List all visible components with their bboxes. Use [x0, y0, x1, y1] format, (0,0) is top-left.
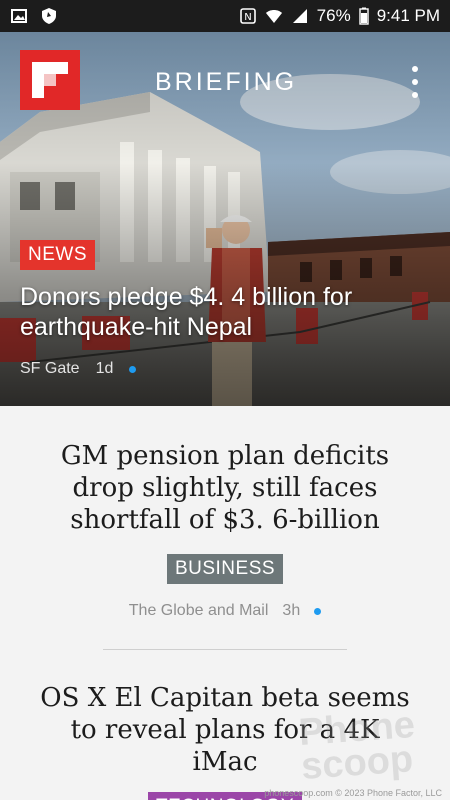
watermark-text: phonescoop.com © 2023 Phone Factor, LLC [264, 788, 442, 798]
hero-meta: SF Gate 1d [20, 360, 137, 378]
gallery-icon [11, 9, 27, 23]
screen: N 76% 9:41 PM BRIEFING NEWS Donors pledg… [0, 0, 450, 800]
story-meta: The Globe and Mail 3h [0, 602, 450, 620]
hero-age: 1d [95, 360, 114, 377]
unread-dot [314, 607, 322, 615]
hero-story[interactable]: BRIEFING NEWS Donors pledge $4. 4 billio… [0, 32, 450, 406]
battery-icon [358, 7, 369, 25]
hero-headline[interactable]: Donors pledge $4. 4 billion for earthqua… [20, 282, 430, 342]
news-tag[interactable]: NEWS [20, 240, 95, 270]
battery-percent: 76% [316, 6, 351, 25]
watermark-logo: Phone scoop [297, 704, 417, 788]
hero-source[interactable]: SF Gate [20, 360, 80, 378]
story-age: 3h [282, 602, 301, 619]
svg-text:N: N [244, 12, 251, 23]
overflow-menu-icon[interactable] [403, 62, 427, 102]
status-bar: N 76% 9:41 PM [0, 0, 450, 32]
signal-icon [292, 9, 307, 23]
clock: 9:41 PM [376, 6, 440, 25]
wifi-icon [265, 10, 282, 23]
nfc-icon: N [239, 8, 256, 24]
story-headline[interactable]: GM pension plan deficits drop slightly, … [0, 440, 450, 536]
page-title: BRIEFING [155, 68, 298, 96]
business-tag[interactable]: BUSINESS [166, 554, 284, 584]
shield-icon [42, 8, 56, 24]
unread-dot [129, 365, 137, 373]
divider [103, 649, 347, 650]
story-card[interactable]: GM pension plan deficits drop slightly, … [0, 440, 450, 620]
story-source[interactable]: The Globe and Mail [129, 602, 269, 620]
flipboard-logo[interactable] [20, 50, 80, 110]
